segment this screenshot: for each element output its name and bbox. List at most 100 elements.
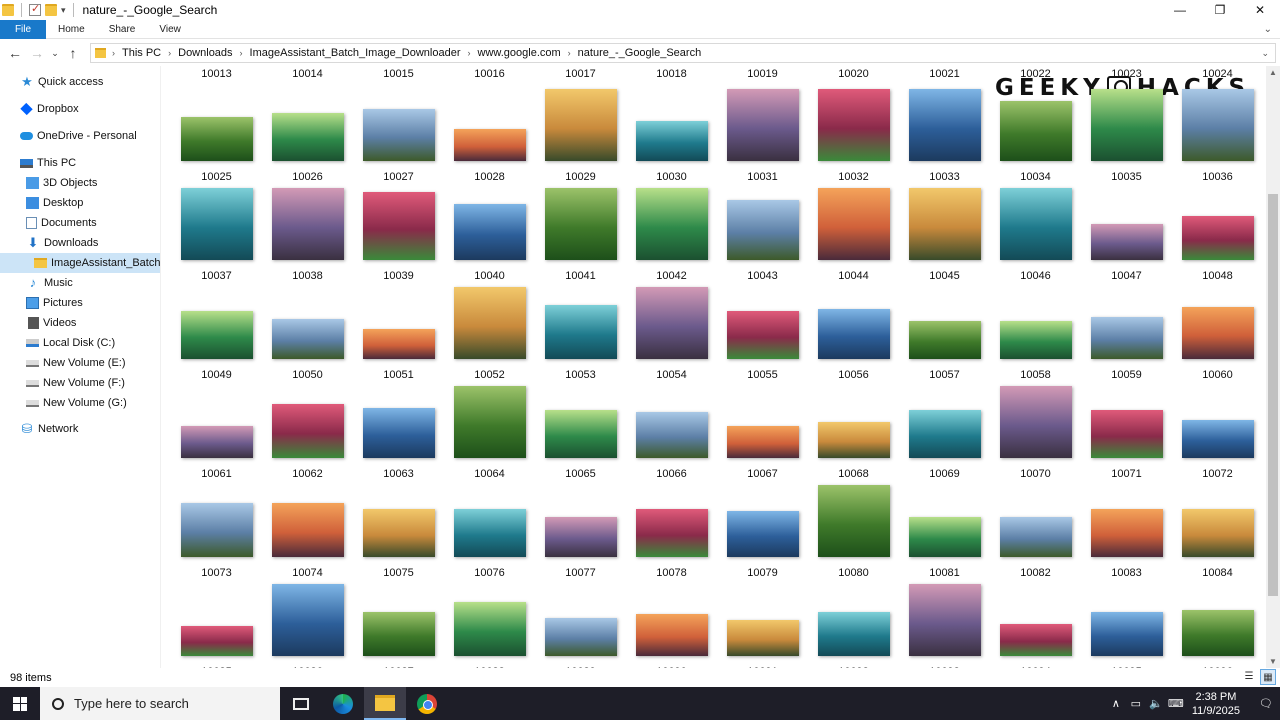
image-thumbnail[interactable]	[635, 614, 708, 656]
breadcrumb[interactable]: nature_-_Google_Search	[578, 47, 702, 59]
file-item[interactable]: 10055	[717, 284, 808, 383]
file-item[interactable]: 10082	[990, 482, 1081, 581]
sidebar-item[interactable]: This PC	[20, 153, 76, 173]
file-item[interactable]: 10088	[444, 581, 535, 668]
file-item[interactable]: 10086	[262, 581, 353, 668]
image-thumbnail[interactable]	[1090, 509, 1163, 557]
expand-ribbon-icon[interactable]: ⌄	[1264, 24, 1272, 35]
file-item[interactable]: 10036	[1172, 86, 1263, 185]
image-thumbnail[interactable]	[999, 386, 1072, 458]
file-item[interactable]: 10037	[171, 185, 262, 284]
image-thumbnail[interactable]	[271, 584, 344, 656]
image-thumbnail[interactable]	[1181, 610, 1254, 656]
network-icon[interactable]: ▭	[1126, 697, 1146, 710]
scroll-down-icon[interactable]: ▼	[1266, 657, 1280, 666]
file-item[interactable]: 10076	[444, 482, 535, 581]
file-item[interactable]: 10064	[444, 383, 535, 482]
image-thumbnail[interactable]	[817, 612, 890, 656]
customize-toolbar-icon[interactable]: ▾	[61, 5, 66, 16]
scrollbar-thumb[interactable]	[1268, 194, 1278, 596]
maximize-button[interactable]: ❐	[1200, 0, 1240, 20]
sidebar-item[interactable]: ⬇ Downloads	[26, 233, 99, 253]
sidebar-item[interactable]: 3D Objects	[26, 173, 97, 193]
image-thumbnail[interactable]	[453, 602, 526, 656]
breadcrumb[interactable]: Downloads	[178, 47, 232, 59]
image-thumbnail[interactable]	[1181, 307, 1254, 359]
file-item[interactable]: 10042	[626, 185, 717, 284]
image-thumbnail[interactable]	[999, 624, 1072, 656]
image-thumbnail[interactable]	[1090, 410, 1163, 458]
task-view-button[interactable]	[280, 687, 322, 720]
edge-button[interactable]	[322, 687, 364, 720]
image-thumbnail[interactable]	[544, 517, 617, 557]
file-item[interactable]: 10068	[808, 383, 899, 482]
image-thumbnail[interactable]	[1181, 420, 1254, 458]
file-item[interactable]: 10077	[535, 482, 626, 581]
file-explorer-button[interactable]	[364, 687, 406, 720]
file-item[interactable]: 10058	[990, 284, 1081, 383]
image-thumbnail[interactable]	[908, 89, 981, 161]
chevron-right-icon[interactable]: ›	[468, 48, 471, 58]
sidebar-item[interactable]: New Volume (F:)	[26, 373, 125, 393]
image-thumbnail[interactable]	[362, 408, 435, 458]
file-item[interactable]: 10075	[353, 482, 444, 581]
notifications-icon[interactable]: 🗨	[1252, 697, 1280, 710]
file-item[interactable]: 10061	[171, 383, 262, 482]
file-item[interactable]: 10081	[899, 482, 990, 581]
sidebar-item[interactable]: ♪ Music	[26, 273, 73, 293]
image-thumbnail[interactable]	[271, 404, 344, 458]
recent-locations-icon[interactable]: ⌄	[48, 48, 62, 59]
image-thumbnail[interactable]	[362, 109, 435, 161]
image-thumbnail[interactable]	[1181, 509, 1254, 557]
chrome-button[interactable]	[406, 687, 448, 720]
sidebar-item[interactable]: ⛁ Network	[20, 419, 79, 439]
file-item[interactable]: 10038	[262, 185, 353, 284]
image-thumbnail[interactable]	[1181, 89, 1254, 161]
tab-file[interactable]: File	[0, 19, 46, 39]
image-thumbnail[interactable]	[817, 485, 890, 557]
file-item[interactable]: 10025	[171, 86, 262, 185]
image-thumbnail[interactable]	[726, 620, 799, 656]
file-item[interactable]: 10045	[899, 185, 990, 284]
taskbar-search[interactable]: Type here to search	[40, 687, 280, 720]
image-thumbnail[interactable]	[908, 188, 981, 260]
sidebar-item[interactable]: ImageAssistant_Batch_Im	[0, 253, 160, 273]
image-thumbnail[interactable]	[908, 410, 981, 458]
file-item[interactable]: 10091	[717, 581, 808, 668]
image-thumbnail[interactable]	[908, 321, 981, 359]
input-method-icon[interactable]: ⌨	[1166, 697, 1186, 710]
file-item[interactable]: 10087	[353, 581, 444, 668]
scroll-up-icon[interactable]: ▲	[1266, 68, 1280, 77]
image-thumbnail[interactable]	[453, 204, 526, 260]
image-thumbnail[interactable]	[453, 129, 526, 161]
file-item[interactable]: 10065	[535, 383, 626, 482]
sidebar-item[interactable]: Videos	[26, 313, 76, 333]
image-thumbnail[interactable]	[453, 287, 526, 359]
image-thumbnail[interactable]	[908, 517, 981, 557]
file-item[interactable]: 10049	[171, 284, 262, 383]
image-thumbnail[interactable]	[271, 113, 344, 161]
tab-share[interactable]: Share	[97, 24, 148, 35]
file-item[interactable]: 10092	[808, 581, 899, 668]
sidebar-item[interactable]: OneDrive - Personal	[20, 126, 137, 146]
file-item[interactable]: 10054	[626, 284, 717, 383]
file-item[interactable]: 10033	[899, 86, 990, 185]
image-thumbnail[interactable]	[453, 386, 526, 458]
file-item[interactable]: 10050	[262, 284, 353, 383]
image-thumbnail[interactable]	[271, 188, 344, 260]
image-thumbnail[interactable]	[1090, 317, 1163, 359]
sidebar-item[interactable]: New Volume (E:)	[26, 353, 126, 373]
image-thumbnail[interactable]	[635, 412, 708, 458]
file-item[interactable]: 10069	[899, 383, 990, 482]
image-thumbnail[interactable]	[635, 188, 708, 260]
sidebar-item[interactable]: Desktop	[26, 193, 83, 213]
file-item[interactable]: 10093	[899, 581, 990, 668]
details-view-icon[interactable]: ☰	[1241, 669, 1257, 685]
file-item[interactable]: 10031	[717, 86, 808, 185]
breadcrumb[interactable]: www.google.com	[478, 47, 561, 59]
file-item[interactable]: 10035	[1081, 86, 1172, 185]
sidebar-item[interactable]: ★ Quick access	[20, 72, 103, 92]
file-item[interactable]: 10080	[808, 482, 899, 581]
file-item[interactable]: 10090	[626, 581, 717, 668]
file-item[interactable]: 10062	[262, 383, 353, 482]
